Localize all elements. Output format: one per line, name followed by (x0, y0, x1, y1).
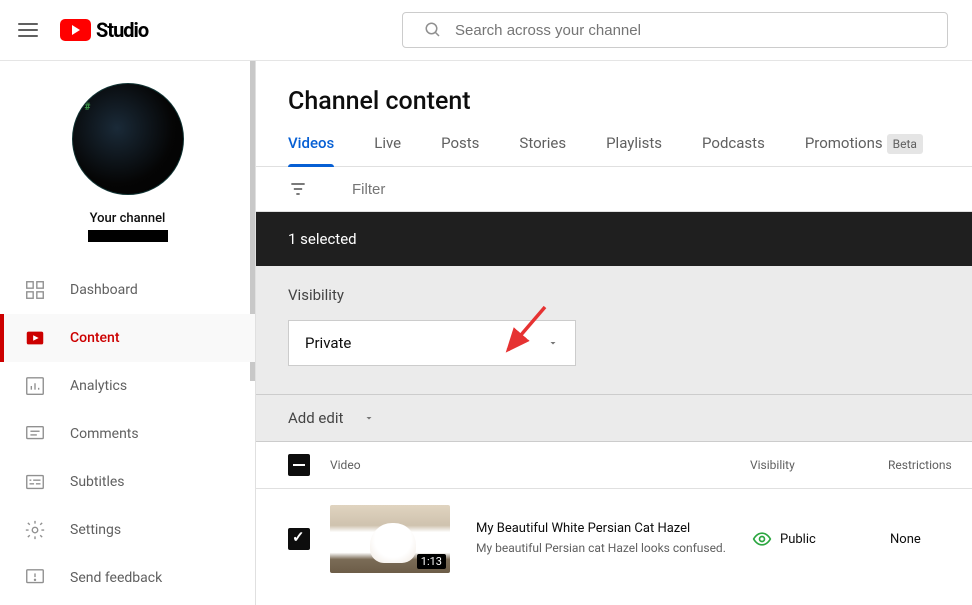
page-title: Channel content (256, 61, 972, 134)
sidebar-item-label: Subtitles (70, 474, 125, 490)
sidebar-item-comments[interactable]: Comments (0, 410, 255, 458)
chevron-down-icon (547, 337, 559, 349)
video-title: My Beautiful White Persian Cat Hazel (476, 521, 732, 536)
channel-name-label: Your channel (0, 211, 255, 226)
tab-playlists[interactable]: Playlists (606, 134, 662, 166)
selected-count: 1 selected (288, 230, 357, 248)
youtube-studio-logo[interactable]: Studio (60, 18, 148, 42)
sidebar-item-settings[interactable]: Settings (0, 506, 255, 554)
channel-handle (88, 230, 168, 242)
tab-posts[interactable]: Posts (441, 134, 479, 166)
sidebar-item-label: Settings (70, 522, 121, 538)
content-icon (24, 327, 46, 349)
table-row[interactable]: 1:13 My Beautiful White Persian Cat Haze… (256, 489, 972, 589)
tab-promotions[interactable]: PromotionsBeta (805, 134, 923, 166)
video-thumbnail[interactable]: 1:13 (330, 505, 450, 573)
sidebar-item-feedback[interactable]: Send feedback (0, 554, 255, 602)
sidebar-item-content[interactable]: Content (0, 314, 255, 362)
video-description: My beautiful Persian cat Hazel looks con… (476, 540, 732, 557)
sidebar-item-label: Content (70, 330, 120, 346)
visibility-value: Private (305, 334, 351, 352)
sidebar-item-label: Comments (70, 426, 139, 442)
youtube-play-icon (60, 19, 91, 41)
visibility-select[interactable]: Private (288, 320, 576, 366)
feedback-icon (24, 567, 46, 589)
search-input[interactable] (402, 12, 948, 48)
column-restrictions: Restrictions (888, 458, 952, 472)
gear-icon (24, 519, 46, 541)
visibility-public-icon (752, 529, 772, 549)
add-edit-label: Add edit (288, 409, 343, 427)
beta-badge: Beta (887, 134, 923, 154)
sidebar-item-dashboard[interactable]: Dashboard (0, 266, 255, 314)
studio-label: Studio (96, 18, 148, 42)
column-video: Video (330, 458, 730, 472)
chevron-down-icon (363, 412, 375, 424)
tab-stories[interactable]: Stories (519, 134, 566, 166)
sidebar-item-label: Analytics (70, 378, 127, 394)
select-all-checkbox[interactable] (288, 454, 310, 476)
selection-bar: 1 selected (256, 212, 972, 266)
search-icon (424, 21, 442, 39)
sidebar-item-subtitles[interactable]: Subtitles (0, 458, 255, 506)
table-header: Video Visibility Restrictions (256, 442, 972, 489)
tab-live[interactable]: Live (374, 134, 401, 166)
video-duration: 1:13 (417, 554, 446, 569)
channel-avatar[interactable] (72, 83, 184, 195)
filter-input[interactable] (352, 181, 551, 198)
hamburger-menu[interactable] (16, 18, 40, 42)
tab-videos[interactable]: Videos (288, 134, 334, 166)
sidebar-item-analytics[interactable]: Analytics (0, 362, 255, 410)
column-visibility: Visibility (750, 458, 868, 472)
content-tabs: Videos Live Posts Stories Playlists Podc… (256, 134, 972, 167)
row-visibility-value: Public (780, 532, 816, 547)
row-restrictions-value: None (890, 532, 940, 547)
subtitles-icon (24, 471, 46, 493)
add-edit-button[interactable]: Add edit (256, 395, 972, 442)
row-checkbox[interactable] (288, 528, 310, 550)
sidebar-item-label: Dashboard (70, 282, 138, 298)
dashboard-icon (24, 279, 46, 301)
sidebar-item-label: Send feedback (70, 570, 162, 586)
filter-icon[interactable] (288, 179, 308, 199)
analytics-icon (24, 375, 46, 397)
visibility-label: Visibility (288, 286, 940, 304)
tab-podcasts[interactable]: Podcasts (702, 134, 765, 166)
comments-icon (24, 423, 46, 445)
